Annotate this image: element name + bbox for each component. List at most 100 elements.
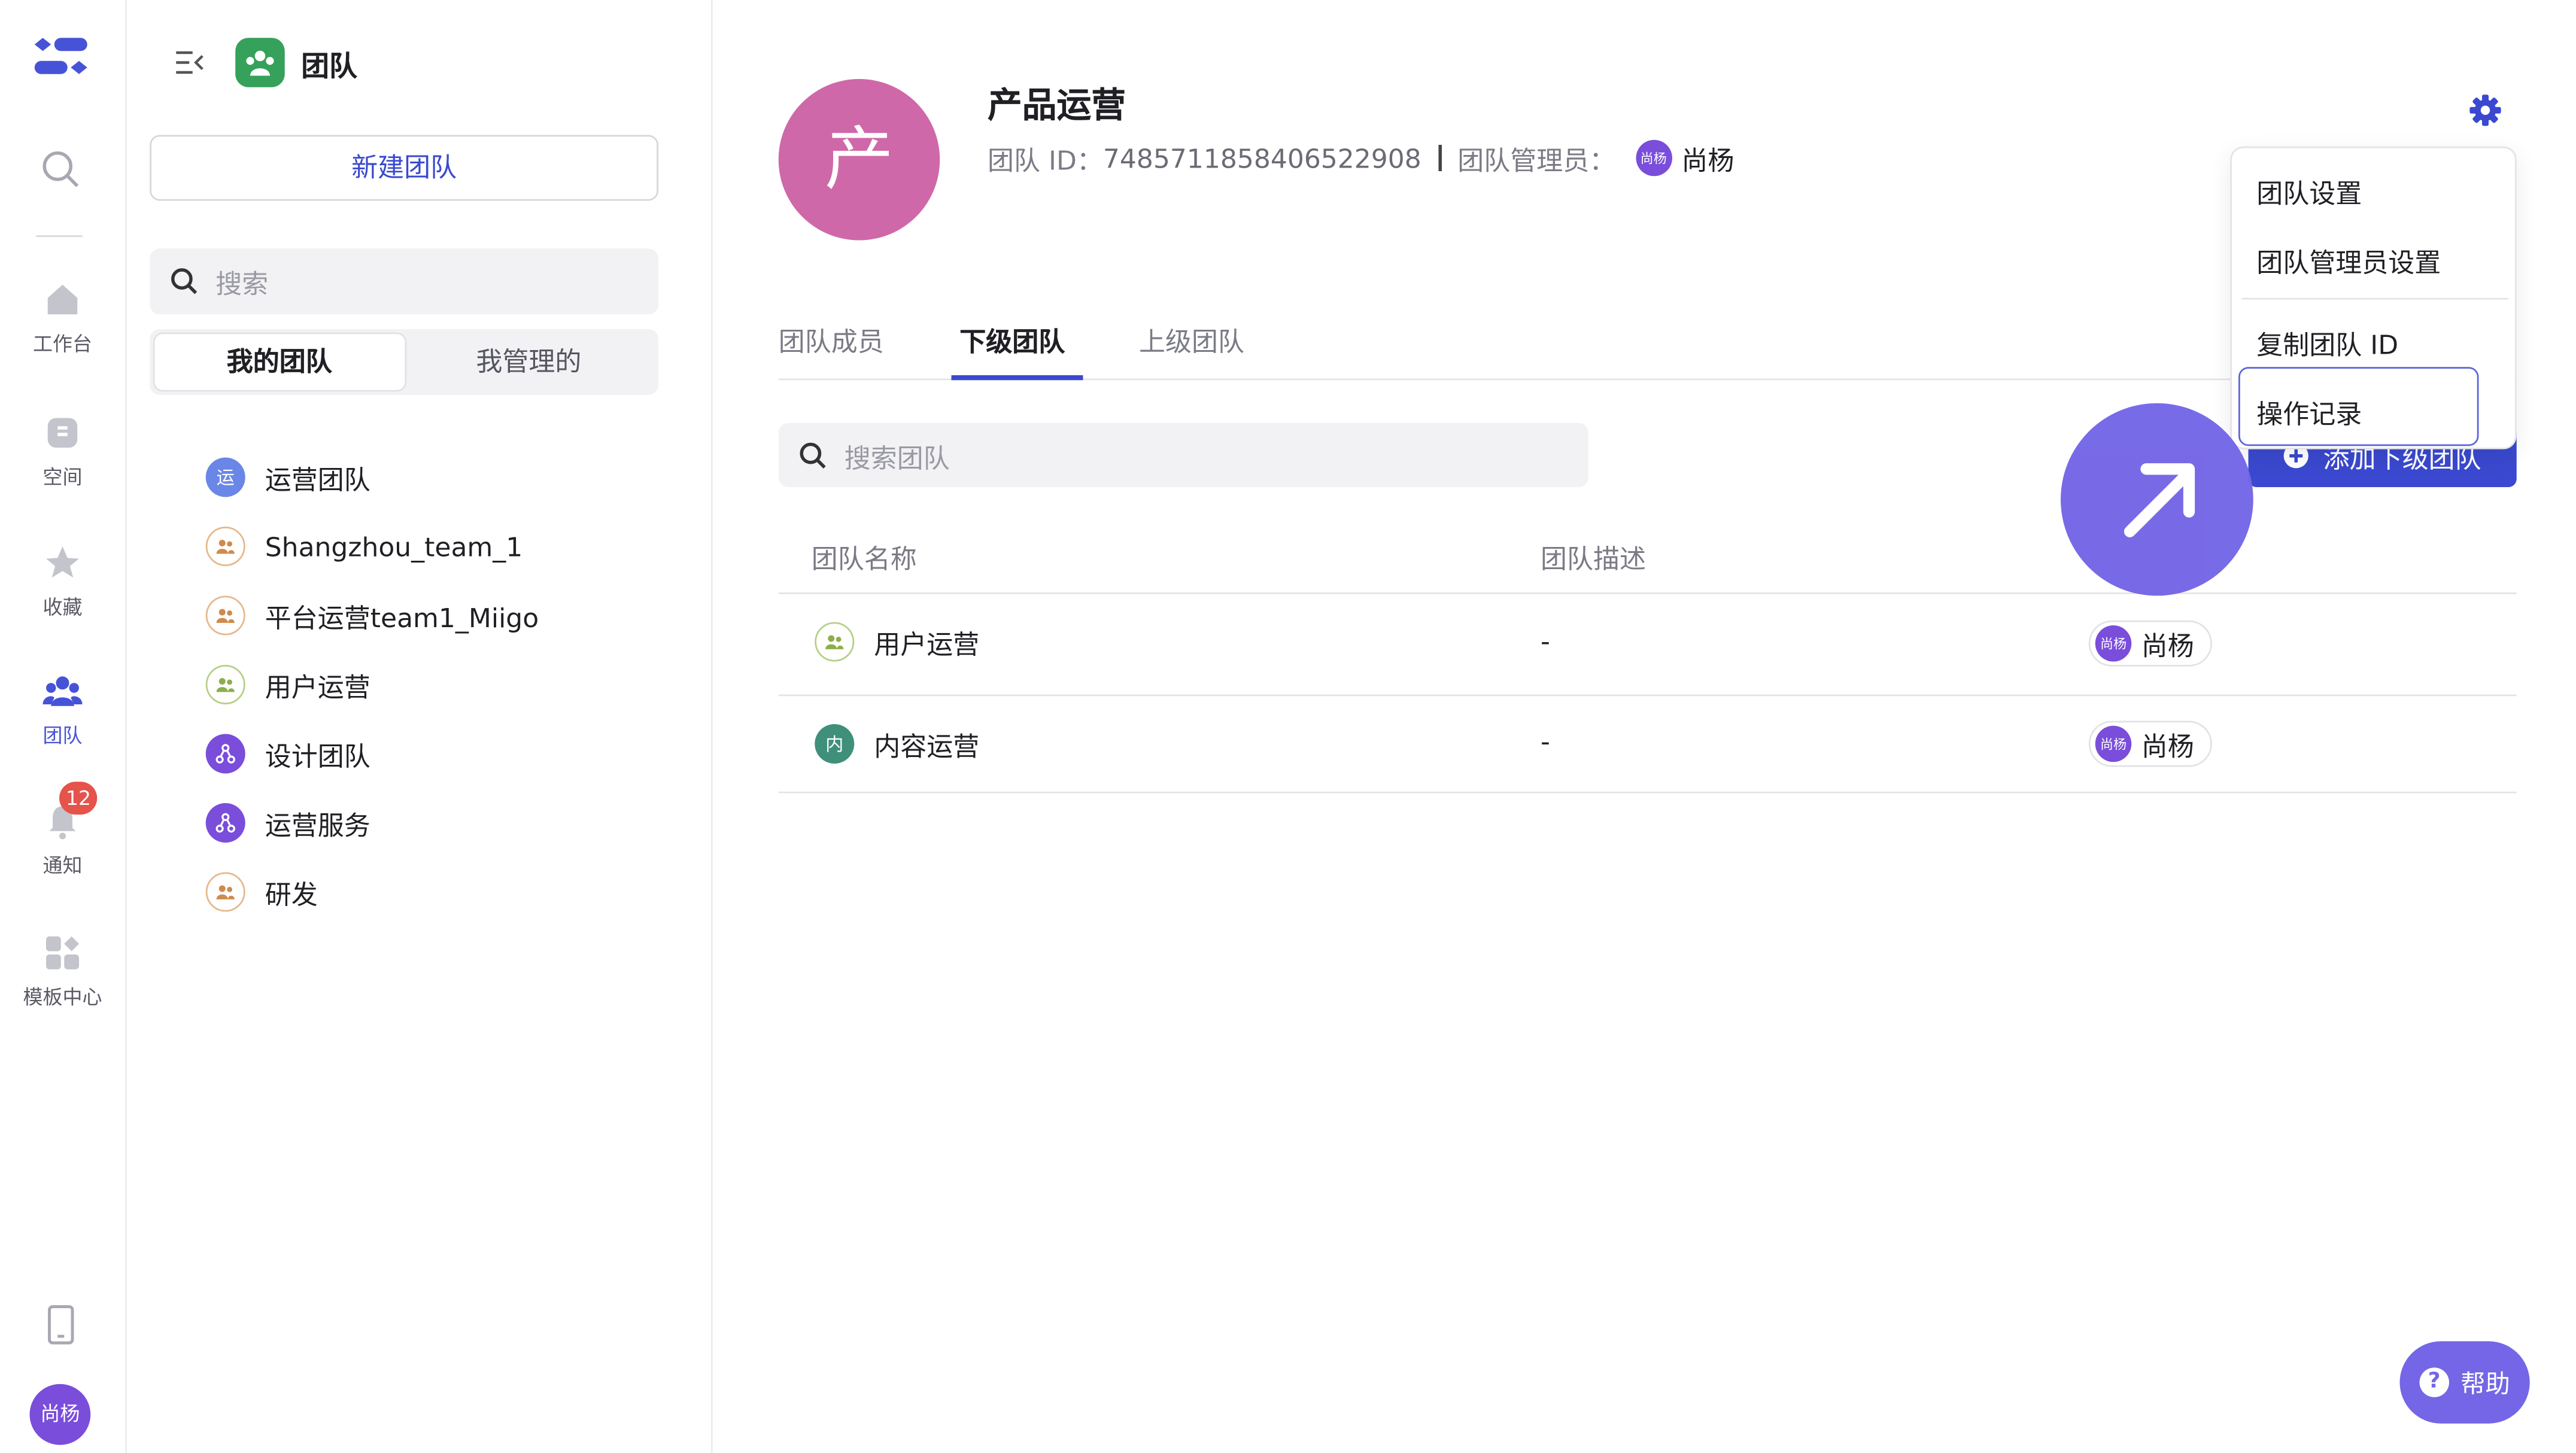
sub-team-name: 用户运营 [874,628,980,660]
sub-team-row-name[interactable]: 用户运营 [815,619,979,665]
admin-avatar: 尚杨 [1635,139,1672,177]
rail-item-label: 空间 [42,466,83,489]
panel-header: 团队 [173,37,357,89]
team-list-item-label: 平台运营team1_Miigo [265,602,539,634]
rail-item-label: 模板中心 [23,986,102,1009]
tab-sub-teams[interactable]: 下级团队 [959,323,1065,380]
app-logo-icon[interactable] [31,33,90,79]
help-button[interactable]: ? 帮助 [2399,1341,2530,1424]
notification-badge: 12 [59,782,98,815]
search-placeholder: 搜索团队 [844,442,950,473]
column-header-desc: 团队描述 [1541,543,1647,574]
team-group-icon [205,665,245,704]
user-avatar[interactable]: 尚杨 [29,1384,91,1445]
meta-divider [1438,145,1441,171]
nav-rail: 工作台 空间 收藏 团队 12 通知 模板中心 尚杨 [0,0,127,1453]
team-filter-segment: 我的团队 我管理的 [150,329,658,395]
team-icon [246,50,274,76]
pointer-cursor-indicator [2061,403,2253,596]
rail-divider [36,235,83,237]
sub-team-row-name[interactable]: 内 内容运营 [815,721,979,767]
team-list-item[interactable]: 平台运营team1_Miigo [205,592,539,639]
team-icon [42,676,83,706]
space-icon [47,418,78,448]
arrow-up-right-icon [2124,463,2195,537]
team-list-item[interactable]: 运 运营团队 [205,454,370,500]
segment-my-teams[interactable]: 我的团队 [154,334,405,390]
rail-item-team[interactable]: 团队 [0,671,125,749]
team-list-item-label: 设计团队 [265,740,370,772]
collapse-sidebar-icon[interactable] [173,46,206,79]
header-divider [778,592,2517,594]
sub-team-desc: - [1541,725,1550,757]
template-icon [46,936,79,969]
team-group-icon [815,622,855,662]
sub-team-desc: - [1541,625,1550,657]
star-icon [46,546,79,578]
help-label: 帮助 [2460,1368,2510,1399]
admin-chip[interactable]: 尚杨 尚杨 [2088,620,2213,667]
team-list-item[interactable]: 用户运营 [205,662,370,708]
admin-avatar: 尚杨 [2095,725,2132,762]
menu-item-admin-settings[interactable]: 团队管理员设置 [2256,241,2441,280]
team-list-item-label: Shangzhou_team_1 [265,530,523,563]
tab-parent-teams[interactable]: 上级团队 [1139,323,1244,380]
team-avatar: 内 [815,724,855,764]
team-meta: 团队 ID： 7485711858406522908 团队管理员： 尚杨 尚杨 [988,138,1734,178]
rail-item-label: 工作台 [32,332,92,356]
search-icon [800,442,826,468]
active-tab-indicator [951,375,1083,381]
team-id-value: 7485711858406522908 [1102,142,1421,174]
segment-managed[interactable]: 我管理的 [404,334,654,390]
admin-avatar: 尚杨 [2095,625,2132,662]
mobile-icon[interactable] [40,1303,83,1346]
admin-chip[interactable]: 尚杨 尚杨 [2088,721,2213,767]
menu-item-team-settings[interactable]: 团队设置 [2256,171,2362,211]
team-search-input[interactable]: 搜索 [150,248,658,315]
search-icon [171,268,198,294]
team-avatar: 运 [205,457,245,497]
row-divider [778,694,2517,697]
team-list-item[interactable]: 设计团队 [205,731,370,777]
rail-item-notifications[interactable]: 12 通知 [0,782,125,879]
team-name: 产品运营 [988,86,1126,125]
tab-members[interactable]: 团队成员 [779,323,884,380]
team-list-item-label: 运营服务 [265,810,370,841]
team-list-item[interactable]: Shangzhou_team_1 [205,524,523,570]
team-admin-name[interactable]: 尚杨 [1681,138,1734,178]
rail-item-favorites[interactable]: 收藏 [0,543,125,621]
team-list-item[interactable]: 研发 [205,869,318,915]
admin-name: 尚杨 [2141,731,2194,762]
org-structure-icon [205,734,245,774]
rail-item-label: 团队 [42,724,83,747]
panel-title: 团队 [301,50,357,83]
team-list-item-label: 用户运营 [265,671,370,703]
team-list-panel: 团队 新建团队 搜索 我的团队 我管理的 运 运营团队 Shangzhou_te… [127,0,713,1453]
rail-item-space[interactable]: 空间 [0,413,125,490]
search-placeholder: 搜索 [215,268,269,300]
gear-icon[interactable] [2467,92,2504,129]
team-detail: 产 产品运营 团队 ID： 7485711858406522908 团队管理员：… [713,0,2576,1453]
team-group-icon [205,595,245,636]
rail-item-workbench[interactable]: 工作台 [0,280,125,357]
question-icon: ? [2419,1367,2449,1397]
new-team-button[interactable]: 新建团队 [150,135,658,201]
rail-item-label: 通知 [42,854,83,877]
team-list-item-label: 研发 [265,879,318,910]
sub-team-search-input[interactable]: 搜索团队 [778,422,1588,487]
admin-name: 尚杨 [2141,630,2194,662]
team-list-item[interactable]: 运营服务 [205,800,370,846]
team-id-label: 团队 ID： [988,145,1103,177]
rail-item-templates[interactable]: 模板中心 [0,933,125,1010]
menu-item-operation-log[interactable]: 操作记录 [2256,392,2362,431]
menu-item-copy-team-id[interactable]: 复制团队 ID [2256,323,2398,362]
row-divider [778,791,2517,794]
team-avatar: 产 [778,79,940,241]
rail-item-label: 收藏 [42,595,83,619]
team-group-icon [205,872,245,912]
search-icon[interactable] [40,148,83,191]
team-group-icon [205,527,245,566]
column-header-name: 团队名称 [811,543,917,574]
menu-divider [2241,297,2508,300]
team-admin-label: 团队管理员： [1457,145,1616,177]
